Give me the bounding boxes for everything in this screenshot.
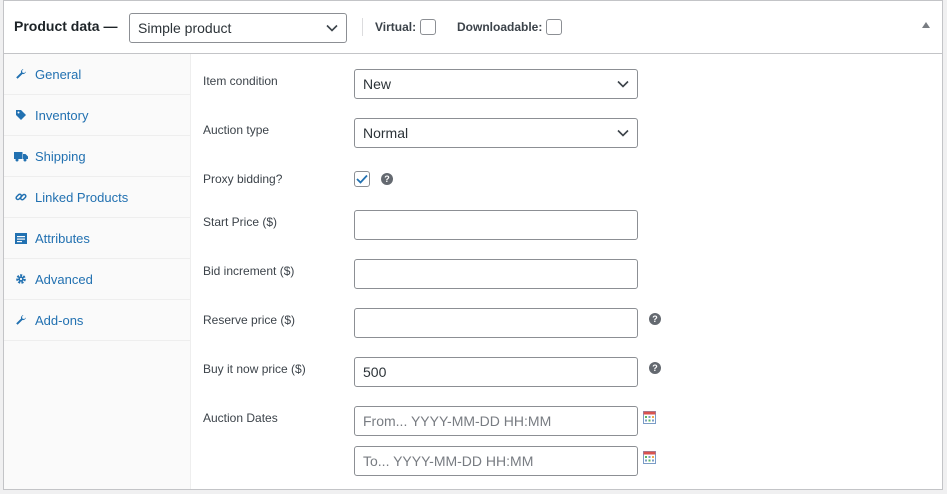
product-type-select[interactable]: Simple product: [129, 13, 347, 43]
downloadable-label: Downloadable:: [457, 20, 543, 34]
auction-date-to-placeholder: To... YYYY-MM-DD HH:MM: [363, 453, 534, 469]
chevron-down-icon: [617, 127, 629, 139]
tab-label: Advanced: [35, 271, 93, 287]
virtual-option: Virtual:: [375, 19, 437, 35]
calendar-icon[interactable]: [643, 451, 656, 464]
start-price-input[interactable]: [354, 210, 638, 240]
proxy-bidding-label: Proxy bidding?: [203, 172, 283, 186]
truck-icon: [14, 149, 28, 163]
auction-date-to-input[interactable]: To... YYYY-MM-DD HH:MM: [354, 446, 638, 476]
start-price-label: Start Price ($): [203, 215, 278, 229]
general-panel-content: Item condition New Auction type Normal P…: [192, 54, 942, 489]
gear-icon: [14, 272, 28, 286]
item-condition-label: Item condition: [203, 74, 278, 88]
buy-now-price-input[interactable]: 500: [354, 357, 638, 387]
tab-general[interactable]: General: [4, 54, 190, 95]
header-divider: [362, 18, 363, 36]
help-icon[interactable]: ?: [649, 362, 661, 374]
tab-add-ons[interactable]: Add-ons: [4, 300, 190, 341]
product-type-value: Simple product: [138, 20, 232, 36]
buy-now-price-value: 500: [363, 364, 387, 380]
link-icon: [14, 190, 28, 204]
bid-increment-label: Bid increment ($): [203, 264, 295, 278]
panel-title: Product data —: [14, 18, 118, 34]
list-icon: [14, 231, 28, 245]
buy-now-price-label: Buy it now price ($): [203, 362, 306, 376]
panel-header: Product data — Simple product Virtual: D…: [4, 1, 942, 54]
item-condition-select[interactable]: New: [354, 69, 638, 99]
tab-attributes[interactable]: Attributes: [4, 218, 190, 259]
product-data-panel: Product data — Simple product Virtual: D…: [3, 0, 943, 490]
tab-label: Inventory: [35, 107, 89, 123]
tab-shipping[interactable]: Shipping: [4, 136, 190, 177]
wrench-icon: [14, 67, 28, 81]
tab-label: Linked Products: [35, 189, 129, 205]
auction-date-from-placeholder: From... YYYY-MM-DD HH:MM: [363, 413, 552, 429]
wrench-icon: [14, 313, 28, 327]
proxy-bidding-checkbox[interactable]: [354, 171, 370, 187]
reserve-price-label: Reserve price ($): [203, 313, 296, 327]
product-data-tabs: General Inventory Shipping Linked Produc…: [4, 54, 191, 489]
auction-type-value: Normal: [363, 125, 409, 141]
auction-date-from-input[interactable]: From... YYYY-MM-DD HH:MM: [354, 406, 638, 436]
tab-advanced[interactable]: Advanced: [4, 259, 190, 300]
help-icon[interactable]: ?: [381, 173, 393, 185]
auction-dates-label: Auction Dates: [203, 411, 278, 425]
calendar-icon[interactable]: [643, 411, 656, 424]
reserve-price-input[interactable]: [354, 308, 638, 338]
downloadable-option: Downloadable:: [457, 19, 563, 35]
tag-icon: [14, 108, 28, 122]
help-icon[interactable]: ?: [649, 313, 661, 325]
auction-type-select[interactable]: Normal: [354, 118, 638, 148]
auction-type-label: Auction type: [203, 123, 270, 137]
bid-increment-input[interactable]: [354, 259, 638, 289]
collapse-toggle-icon[interactable]: [922, 22, 930, 28]
chevron-down-icon: [617, 78, 629, 90]
item-condition-value: New: [363, 76, 392, 92]
virtual-label: Virtual:: [375, 20, 417, 34]
tab-label: Attributes: [35, 230, 90, 246]
tab-linked-products[interactable]: Linked Products: [4, 177, 190, 218]
virtual-checkbox[interactable]: [420, 19, 437, 35]
tab-label: Shipping: [35, 148, 86, 164]
tab-label: General: [35, 66, 82, 82]
downloadable-checkbox[interactable]: [546, 19, 563, 35]
chevron-down-icon: [326, 22, 338, 34]
tab-inventory[interactable]: Inventory: [4, 95, 190, 136]
tab-label: Add-ons: [35, 312, 84, 328]
